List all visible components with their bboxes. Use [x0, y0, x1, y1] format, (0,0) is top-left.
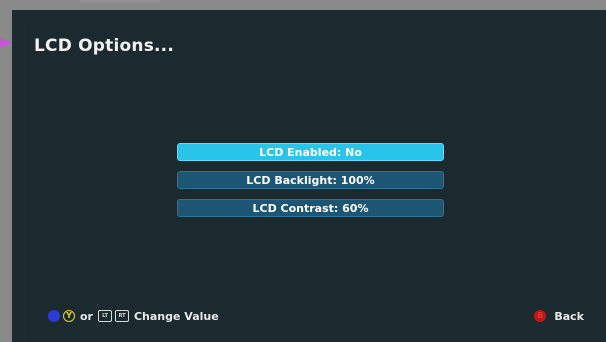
rt-button-icon: RT: [114, 310, 129, 322]
app-frame: LCD Options... LCD Enabled: No LCD Backl…: [0, 0, 606, 342]
x-button-icon: X: [48, 310, 60, 322]
lt-button-icon: LT: [97, 310, 112, 322]
page-title: LCD Options...: [34, 36, 174, 56]
footer-hint-back[interactable]: B Back: [534, 309, 586, 323]
option-lcd-enabled[interactable]: LCD Enabled: No: [177, 143, 444, 161]
or-label: or: [80, 309, 93, 323]
b-button-icon: B: [534, 310, 547, 322]
change-value-label: Change Value: [133, 309, 219, 323]
option-lcd-backlight[interactable]: LCD Backlight: 100%: [177, 171, 444, 189]
option-lcd-contrast[interactable]: LCD Contrast: 60%: [177, 199, 444, 217]
footer-hint-change-value: X Y or LT RT Change Value: [48, 309, 221, 323]
left-border: [0, 10, 12, 342]
y-button-icon: Y: [63, 310, 75, 322]
top-strip: [0, 0, 606, 10]
cropped-header-fragment: [80, 0, 160, 6]
back-label: Back: [554, 309, 584, 323]
